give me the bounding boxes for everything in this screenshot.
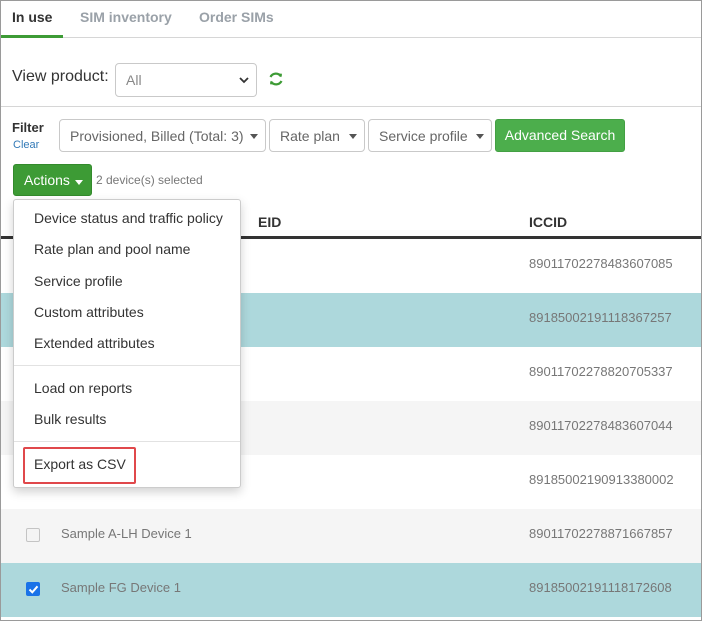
table-row[interactable]: Sample A-LH Device 1 8901170227887166785… — [0, 509, 702, 563]
menu-item-bulk-results[interactable]: Bulk results — [34, 411, 106, 427]
iccid-cell: 89011702278483607085 — [529, 256, 673, 271]
menu-item-extended-attributes[interactable]: Extended attributes — [34, 335, 155, 351]
caret-down-icon — [75, 180, 83, 185]
menu-item-custom-attributes[interactable]: Custom attributes — [34, 304, 144, 320]
menu-divider — [14, 441, 240, 442]
service-profile-dropdown[interactable]: Service profile — [368, 119, 492, 152]
section-divider — [0, 106, 702, 107]
iccid-cell: 89185002191118172608 — [529, 580, 672, 595]
menu-item-service-profile[interactable]: Service profile — [34, 273, 123, 289]
caret-down-icon — [349, 134, 357, 139]
status-filter-dropdown[interactable]: Provisioned, Billed (Total: 3) — [59, 119, 266, 152]
iccid-cell: 89011702278483607044 — [529, 418, 673, 433]
clear-filter-link[interactable]: Clear — [13, 139, 39, 151]
caret-down-icon — [250, 134, 258, 139]
menu-item-device-status[interactable]: Device status and traffic policy — [34, 210, 223, 226]
actions-dropdown-menu: Device status and traffic policy Rate pl… — [13, 199, 241, 488]
refresh-icon[interactable] — [267, 70, 285, 88]
device-name-cell[interactable]: Sample A-LH Device 1 — [61, 526, 192, 541]
filter-label: Filter — [12, 120, 44, 135]
advanced-search-button[interactable]: Advanced Search — [495, 119, 625, 152]
iccid-cell: 89011702278820705337 — [529, 364, 673, 379]
menu-divider — [14, 365, 240, 366]
tab-sim-inventory[interactable]: SIM inventory — [80, 0, 172, 38]
iccid-cell: 89185002191118367257 — [529, 310, 672, 325]
table-row[interactable]: Sample FG Device 1 89185002191118172608 — [0, 563, 702, 617]
actions-button[interactable]: Actions — [13, 164, 92, 196]
column-header-iccid[interactable]: ICCID — [529, 214, 567, 230]
status-filter-label: Provisioned, Billed (Total: 3) — [70, 128, 244, 144]
rate-plan-label: Rate plan — [280, 128, 340, 144]
iccid-cell: 89011702278871667857 — [529, 526, 673, 541]
column-header-eid[interactable]: EID — [258, 214, 281, 230]
caret-down-icon — [476, 134, 484, 139]
row-checkbox[interactable] — [26, 528, 40, 542]
tab-bar: In use SIM inventory Order SIMs — [0, 0, 702, 38]
service-profile-label: Service profile — [379, 128, 468, 144]
row-checkbox[interactable] — [26, 582, 40, 596]
chevron-down-icon — [239, 77, 249, 84]
view-product-value: All — [126, 72, 142, 88]
iccid-cell: 89185002190913380002 — [529, 472, 674, 487]
menu-item-load-on-reports[interactable]: Load on reports — [34, 380, 132, 396]
rate-plan-dropdown[interactable]: Rate plan — [269, 119, 365, 152]
selected-count-text: 2 device(s) selected — [96, 173, 203, 187]
menu-item-export-csv[interactable]: Export as CSV — [34, 456, 126, 472]
tab-order-sims[interactable]: Order SIMs — [199, 0, 274, 38]
view-product-select[interactable]: All — [115, 63, 257, 97]
checkmark-icon — [28, 585, 39, 594]
device-name-cell[interactable]: Sample FG Device 1 — [61, 580, 181, 595]
actions-button-label: Actions — [24, 172, 70, 188]
menu-item-rate-plan[interactable]: Rate plan and pool name — [34, 241, 190, 257]
view-product-label: View product: — [12, 68, 109, 85]
tab-in-use[interactable]: In use — [0, 0, 63, 38]
